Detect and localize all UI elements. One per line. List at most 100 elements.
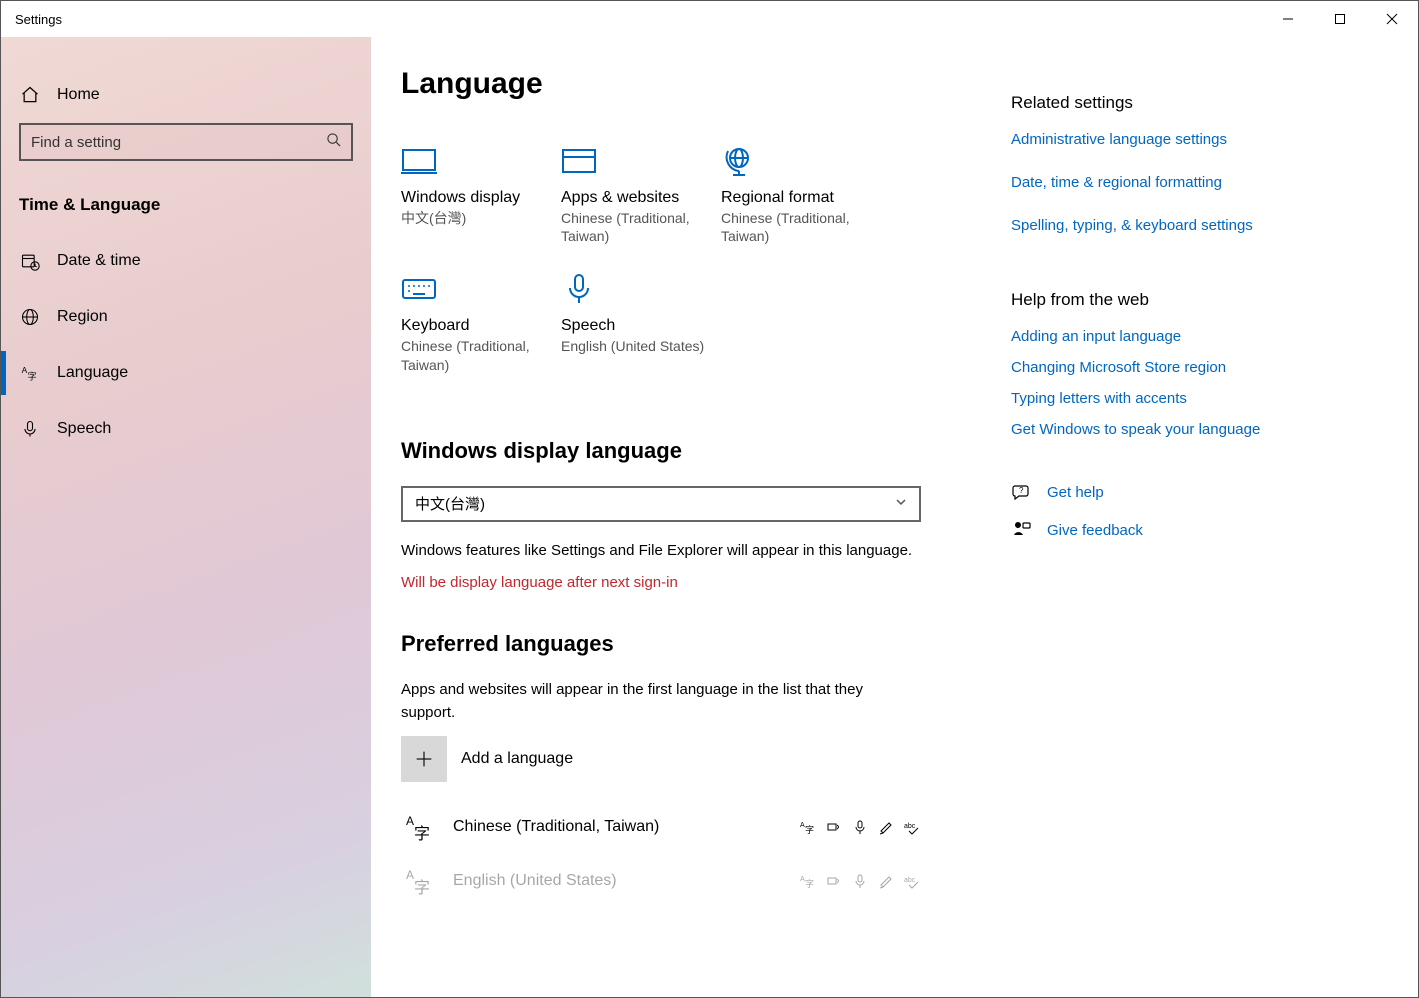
sidebar-item-datetime[interactable]: Date & time bbox=[1, 233, 371, 289]
tile-speech[interactable]: Speech English (United States) bbox=[561, 269, 721, 373]
tile-sub: Chinese (Traditional, Taiwan) bbox=[721, 209, 881, 245]
search-input[interactable] bbox=[31, 134, 326, 151]
get-help-link[interactable]: ? Get help bbox=[1011, 482, 1311, 502]
minimize-button[interactable] bbox=[1262, 1, 1314, 37]
svg-text:?: ? bbox=[1019, 486, 1024, 495]
speech-ind-icon bbox=[851, 872, 869, 890]
tile-sub: English (United States) bbox=[561, 337, 721, 355]
language-item[interactable]: A字 English (United States) A字 abc bbox=[401, 854, 921, 908]
related-settings-title: Related settings bbox=[1011, 93, 1311, 113]
dropdown-selected: 中文(台灣) bbox=[415, 493, 485, 514]
tile-sub: Chinese (Traditional, Taiwan) bbox=[401, 337, 561, 373]
link-typing-accents[interactable]: Typing letters with accents bbox=[1011, 390, 1311, 407]
sidebar-item-region[interactable]: Region bbox=[1, 289, 371, 345]
tile-title: Windows display bbox=[401, 189, 561, 207]
maximize-icon bbox=[1334, 13, 1346, 25]
language-glyph-icon: A字 bbox=[401, 862, 439, 900]
text-to-speech-ind-icon bbox=[825, 872, 843, 890]
speech-ind-icon bbox=[851, 818, 869, 836]
tile-grid: Windows display 中文(台灣) Apps & websites C… bbox=[401, 141, 961, 398]
calendar-clock-icon bbox=[19, 250, 41, 272]
tile-sub: 中文(台灣) bbox=[401, 209, 561, 227]
language-feature-icons: A字 abc bbox=[799, 872, 921, 890]
tile-title: Speech bbox=[561, 317, 721, 335]
language-feature-icons: A字 abc bbox=[799, 818, 921, 836]
svg-text:字: 字 bbox=[28, 371, 37, 382]
right-column: Related settings Administrative language… bbox=[1011, 93, 1311, 558]
close-button[interactable] bbox=[1366, 1, 1418, 37]
handwriting-ind-icon bbox=[877, 872, 895, 890]
titlebar: Settings bbox=[1, 1, 1418, 37]
give-feedback-text: Give feedback bbox=[1047, 522, 1143, 539]
sidebar-item-language[interactable]: A字 Language bbox=[1, 345, 371, 401]
plus-icon bbox=[401, 736, 447, 782]
search-icon bbox=[326, 132, 341, 152]
minimize-icon bbox=[1282, 13, 1294, 25]
feedback-icon bbox=[1011, 520, 1031, 540]
link-adding-input-language[interactable]: Adding an input language bbox=[1011, 328, 1311, 345]
link-windows-speak-language[interactable]: Get Windows to speak your language bbox=[1011, 421, 1311, 438]
chat-help-icon: ? bbox=[1011, 482, 1031, 502]
display-language-heading: Windows display language bbox=[401, 438, 961, 464]
language-glyph-icon: A字 bbox=[401, 808, 439, 846]
globe-stand-icon bbox=[721, 141, 881, 181]
window-controls bbox=[1262, 1, 1418, 37]
svg-text:abc: abc bbox=[904, 823, 916, 830]
preferred-languages-desc: Apps and websites will appear in the fir… bbox=[401, 679, 921, 724]
svg-text:abc: abc bbox=[904, 877, 916, 884]
link-changing-store-region[interactable]: Changing Microsoft Store region bbox=[1011, 359, 1311, 376]
close-icon bbox=[1386, 13, 1398, 25]
display-language-warning: Will be display language after next sign… bbox=[401, 574, 961, 591]
svg-text:字: 字 bbox=[414, 879, 430, 897]
content-area: Language Windows display 中文(台灣) Apps & w… bbox=[371, 37, 1418, 997]
window-title: Settings bbox=[15, 12, 62, 27]
language-icon: A字 bbox=[19, 362, 41, 384]
sidebar-item-label: Region bbox=[57, 308, 108, 326]
text-to-speech-ind-icon bbox=[825, 818, 843, 836]
language-item-name: Chinese (Traditional, Taiwan) bbox=[453, 818, 659, 836]
link-spelling-typing[interactable]: Spelling, typing, & keyboard settings bbox=[1011, 217, 1311, 234]
sidebar-home[interactable]: Home bbox=[1, 67, 371, 123]
microphone-icon bbox=[19, 418, 41, 440]
tile-title: Keyboard bbox=[401, 317, 561, 335]
add-language-label: Add a language bbox=[461, 750, 573, 768]
window-icon bbox=[561, 141, 721, 181]
microphone-icon bbox=[561, 269, 721, 309]
maximize-button[interactable] bbox=[1314, 1, 1366, 37]
handwriting-ind-icon bbox=[877, 818, 895, 836]
svg-text:字: 字 bbox=[414, 825, 430, 843]
search-box[interactable] bbox=[19, 123, 353, 161]
add-language-button[interactable]: Add a language bbox=[401, 736, 961, 782]
preferred-languages-heading: Preferred languages bbox=[401, 631, 961, 657]
svg-text:A: A bbox=[406, 814, 414, 828]
sidebar-category: Time & Language bbox=[1, 175, 371, 233]
help-from-web-title: Help from the web bbox=[1011, 290, 1311, 310]
link-admin-language[interactable]: Administrative language settings bbox=[1011, 131, 1311, 148]
tile-title: Apps & websites bbox=[561, 189, 721, 207]
svg-text:字: 字 bbox=[805, 824, 814, 835]
tile-title: Regional format bbox=[721, 189, 881, 207]
tile-windows-display[interactable]: Windows display 中文(台灣) bbox=[401, 141, 561, 245]
sidebar-item-speech[interactable]: Speech bbox=[1, 401, 371, 457]
link-date-time-format[interactable]: Date, time & regional formatting bbox=[1011, 174, 1311, 191]
display-language-ind-icon: A字 bbox=[799, 872, 817, 890]
language-item[interactable]: A字 Chinese (Traditional, Taiwan) A字 abc bbox=[401, 800, 921, 854]
display-language-dropdown[interactable]: 中文(台灣) bbox=[401, 486, 921, 522]
tile-regional-format[interactable]: Regional format Chinese (Traditional, Ta… bbox=[721, 141, 881, 245]
spellcheck-ind-icon: abc bbox=[903, 872, 921, 890]
globe-icon bbox=[19, 306, 41, 328]
chevron-down-icon bbox=[895, 495, 907, 513]
svg-text:A: A bbox=[406, 868, 414, 882]
tile-sub: Chinese (Traditional, Taiwan) bbox=[561, 209, 721, 245]
get-help-text: Get help bbox=[1047, 484, 1104, 501]
give-feedback-link[interactable]: Give feedback bbox=[1011, 520, 1311, 540]
sidebar-home-label: Home bbox=[57, 86, 100, 104]
home-icon bbox=[19, 84, 41, 106]
sidebar-item-label: Speech bbox=[57, 420, 111, 438]
display-language-ind-icon: A字 bbox=[799, 818, 817, 836]
sidebar-item-label: Date & time bbox=[57, 252, 141, 270]
spellcheck-ind-icon: abc bbox=[903, 818, 921, 836]
tile-apps-websites[interactable]: Apps & websites Chinese (Traditional, Ta… bbox=[561, 141, 721, 245]
tile-keyboard[interactable]: Keyboard Chinese (Traditional, Taiwan) bbox=[401, 269, 561, 373]
page-title: Language bbox=[401, 67, 961, 101]
